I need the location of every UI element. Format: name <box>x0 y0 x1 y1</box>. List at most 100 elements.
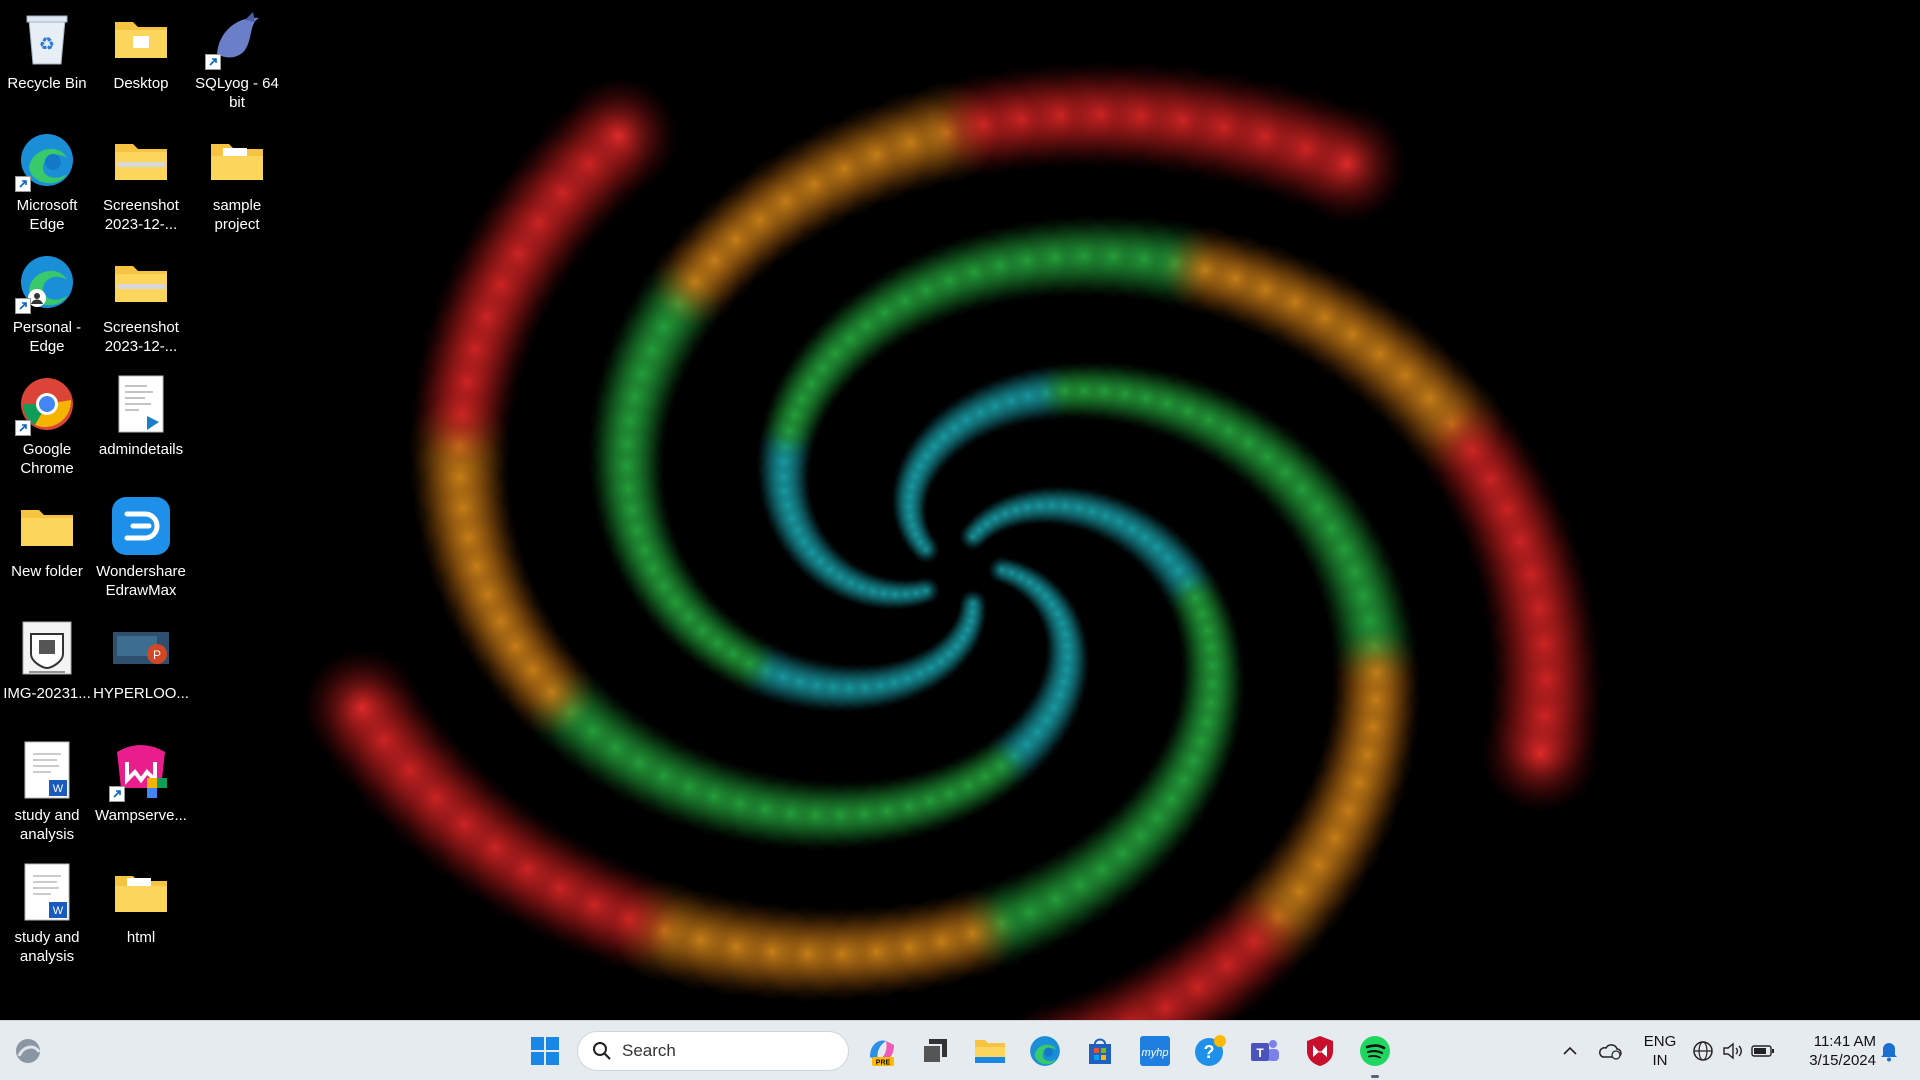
taskbar-search-box[interactable]: Search <box>577 1031 849 1071</box>
copilot-pre-button[interactable]: PRE <box>862 1031 902 1071</box>
edge-icon <box>1030 1036 1060 1066</box>
notifications-button[interactable] <box>1874 1031 1904 1071</box>
study-analysis-docx-2-icon[interactable]: W study and analysis <box>0 860 95 966</box>
admindetails-file-icon[interactable]: admindetails <box>93 372 189 459</box>
widgets-weather-icon[interactable] <box>8 1031 48 1071</box>
search-icon <box>592 1041 612 1061</box>
powerpoint-thumbnail-icon: P <box>109 616 173 680</box>
shortcut-arrow-icon <box>205 54 221 70</box>
folder-icon <box>15 494 79 558</box>
mcafee-button[interactable] <box>1300 1031 1340 1071</box>
battery-tray-icon[interactable] <box>1748 1031 1778 1071</box>
edge-profile-icon <box>15 250 79 314</box>
wampserver-logo-icon <box>109 738 173 802</box>
vscode-document-icon <box>109 372 173 436</box>
desktop-folder-icon[interactable]: Desktop <box>93 6 189 93</box>
fractal-blossom <box>559 76 679 196</box>
wampserver-icon[interactable]: Wampserve... <box>93 738 189 825</box>
language-code: ENG <box>1643 1033 1677 1050</box>
recycle-bin-icon[interactable]: ♻ Recycle Bin <box>0 6 95 93</box>
img-file-icon[interactable]: IMG-20231... <box>0 616 95 703</box>
word-document-icon: W <box>15 738 79 802</box>
spotify-icon <box>1360 1036 1390 1066</box>
svg-text:P: P <box>153 648 161 662</box>
svg-text:T: T <box>1256 1046 1264 1060</box>
folder-icon <box>109 6 173 70</box>
html-folder-icon[interactable]: html <box>93 860 189 947</box>
volume-tray-icon[interactable] <box>1718 1031 1748 1071</box>
sample-project-folder-icon[interactable]: sample project <box>189 128 285 234</box>
battery-icon <box>1751 1045 1774 1057</box>
fractal-blossom <box>1481 694 1600 813</box>
myhp-button[interactable]: myhp <box>1135 1031 1175 1071</box>
show-hidden-icons-button[interactable] <box>1552 1031 1588 1071</box>
speaker-icon <box>1723 1042 1742 1060</box>
svg-text:♻: ♻ <box>39 34 55 54</box>
study-analysis-docx-1-icon[interactable]: W study and analysis <box>0 738 95 844</box>
hyperloop-pptx-icon[interactable]: P HYPERLOO... <box>93 616 189 703</box>
get-help-button[interactable]: ? <box>1190 1031 1230 1071</box>
onedrive-cloud-icon <box>1599 1044 1622 1060</box>
microsoft-edge-icon[interactable]: Microsoft Edge <box>0 128 95 234</box>
dolphin-icon <box>205 6 269 70</box>
svg-text:W: W <box>53 783 64 795</box>
globe-icon <box>1693 1041 1713 1061</box>
new-folder-icon[interactable]: New folder <box>0 494 95 581</box>
folder-icon <box>205 128 269 192</box>
search-placeholder: Search <box>622 1041 676 1060</box>
microsoft-store-button[interactable] <box>1080 1031 1120 1071</box>
bell-icon <box>1881 1043 1897 1062</box>
teams-icon: T <box>1251 1040 1279 1061</box>
shortcut-arrow-icon <box>15 298 31 314</box>
start-button[interactable] <box>525 1031 565 1071</box>
screenshot-zip-2-icon[interactable]: Screenshot 2023-12-... <box>93 250 189 356</box>
word-document-icon: W <box>15 860 79 924</box>
clock[interactable]: 11:41 AM 3/15/2024 <box>1786 1032 1876 1070</box>
shortcut-arrow-icon <box>15 176 31 192</box>
chevron-up-icon <box>1563 1046 1577 1055</box>
google-chrome-icon[interactable]: Google Chrome <box>0 372 95 478</box>
teams-button[interactable]: T <box>1245 1031 1285 1071</box>
store-icon <box>1089 1038 1111 1064</box>
spotify-button[interactable] <box>1355 1031 1395 1078</box>
mcafee-shield-icon <box>1307 1036 1333 1066</box>
taskbar: Search PRE myhp ? T ENG IN 11:41 AM 3/15… <box>0 1020 1920 1080</box>
screenshot-zip-1-icon[interactable]: Screenshot 2023-12-... <box>93 128 189 234</box>
shortcut-arrow-icon <box>109 786 125 802</box>
sqlyog-icon[interactable]: SQLyog - 64 bit <box>189 6 285 112</box>
help-icon: ? <box>1195 1035 1226 1066</box>
running-indicator <box>1371 1075 1379 1078</box>
image-thumbnail-icon <box>15 616 79 680</box>
clock-time: 11:41 AM <box>1813 1033 1876 1050</box>
chrome-logo-icon <box>15 372 79 436</box>
edge-logo-icon <box>15 128 79 192</box>
onedrive-tray-button[interactable] <box>1592 1031 1628 1071</box>
edge-taskbar-button[interactable] <box>1025 1031 1065 1071</box>
windows-logo-icon <box>531 1037 559 1065</box>
network-tray-icon[interactable] <box>1688 1031 1718 1071</box>
svg-text:PRE: PRE <box>876 1060 891 1067</box>
myhp-icon: myhp <box>1140 1036 1170 1066</box>
file-explorer-button[interactable] <box>970 1031 1010 1071</box>
task-view-button[interactable] <box>915 1031 955 1071</box>
file-explorer-icon <box>975 1040 1005 1063</box>
shortcut-arrow-icon <box>15 420 31 436</box>
zip-folder-icon <box>109 128 173 192</box>
wondershare-edrawmax-icon[interactable]: Wondershare EdrawMax <box>93 494 189 600</box>
personal-edge-icon[interactable]: Personal - Edge <box>0 250 95 356</box>
svg-text:W: W <box>53 905 64 917</box>
svg-text:?: ? <box>1204 1042 1215 1062</box>
recycle-bin-glyph: ♻ <box>15 6 79 70</box>
zip-folder-icon <box>109 250 173 314</box>
copilot-icon: PRE <box>870 1040 894 1067</box>
clock-date: 3/15/2024 <box>1809 1052 1876 1069</box>
svg-text:myhp: myhp <box>1142 1047 1169 1059</box>
folder-icon <box>109 860 173 924</box>
edrawmax-logo-icon <box>109 494 173 558</box>
task-view-icon <box>922 1039 947 1064</box>
region-code: IN <box>1652 1052 1668 1069</box>
fractal-blossom <box>1288 104 1407 224</box>
input-language-indicator[interactable]: ENG IN <box>1638 1032 1682 1070</box>
desktop-icons: ♻ Recycle Bin Desktop SQLyog - 64 bit Mi… <box>0 0 300 1020</box>
fractal-blossom <box>302 648 422 767</box>
